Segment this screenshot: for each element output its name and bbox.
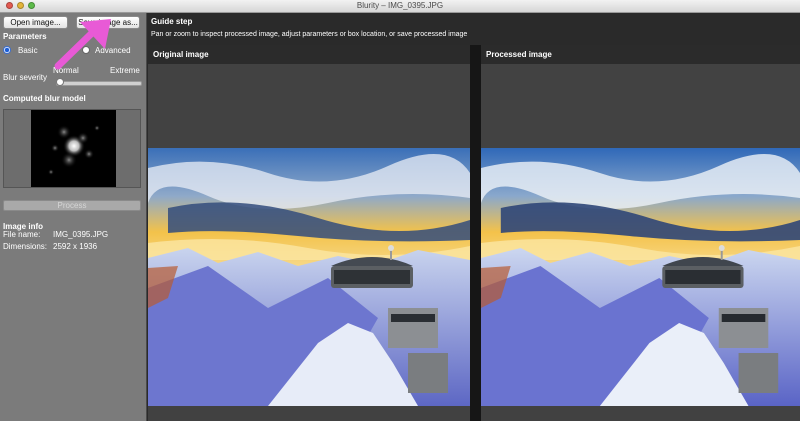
close-window-icon[interactable] [6, 2, 13, 9]
minimize-window-icon[interactable] [17, 2, 24, 9]
pane-divider[interactable] [470, 45, 481, 421]
sidebar: Open image... Save image as... Parameter… [0, 13, 147, 421]
blur-model-title: Computed blur model [3, 94, 86, 103]
blur-severity-slider[interactable] [56, 78, 142, 86]
file-name-key: File name: [3, 230, 41, 239]
original-image-title: Original image [153, 50, 209, 59]
original-photo[interactable] [148, 148, 470, 406]
mode-basic-radio[interactable] [3, 46, 11, 54]
processed-photo[interactable] [481, 148, 800, 406]
process-button[interactable]: Process [3, 200, 141, 211]
arrow-pointer-icon [54, 19, 111, 70]
file-name-value: IMG_0395.JPG [53, 230, 109, 239]
processed-pane-footer [481, 406, 800, 421]
processed-image-header: Processed image [481, 45, 800, 64]
zoom-window-icon[interactable] [28, 2, 35, 9]
blur-severity-label: Blur severity [3, 73, 48, 82]
dimensions-value: 2592 x 1936 [53, 242, 98, 251]
blur-kernel-image [31, 110, 116, 187]
guide-title: Guide step [151, 17, 193, 26]
processed-image-pane[interactable]: Processed image [481, 45, 800, 421]
guide-description: Pan or zoom to inspect processed image, … [151, 31, 468, 38]
window-title: Blurity – IMG_0395.JPG [356, 1, 444, 10]
processed-image-title: Processed image [486, 50, 552, 59]
blur-model-preview [3, 109, 141, 188]
mode-basic-label[interactable]: Basic [18, 46, 38, 55]
original-image-header: Original image [148, 45, 470, 64]
original-pane-footer [148, 406, 470, 421]
original-image-pane[interactable]: Original image [148, 45, 470, 421]
parameters-title: Parameters [3, 32, 47, 41]
window-controls [6, 2, 35, 9]
dimensions-key: Dimensions: [3, 242, 48, 251]
window-titlebar: Blurity – IMG_0395.JPG [0, 0, 800, 13]
slider-thumb[interactable] [56, 78, 64, 86]
guide-panel: Guide step Pan or zoom to inspect proces… [147, 13, 800, 45]
